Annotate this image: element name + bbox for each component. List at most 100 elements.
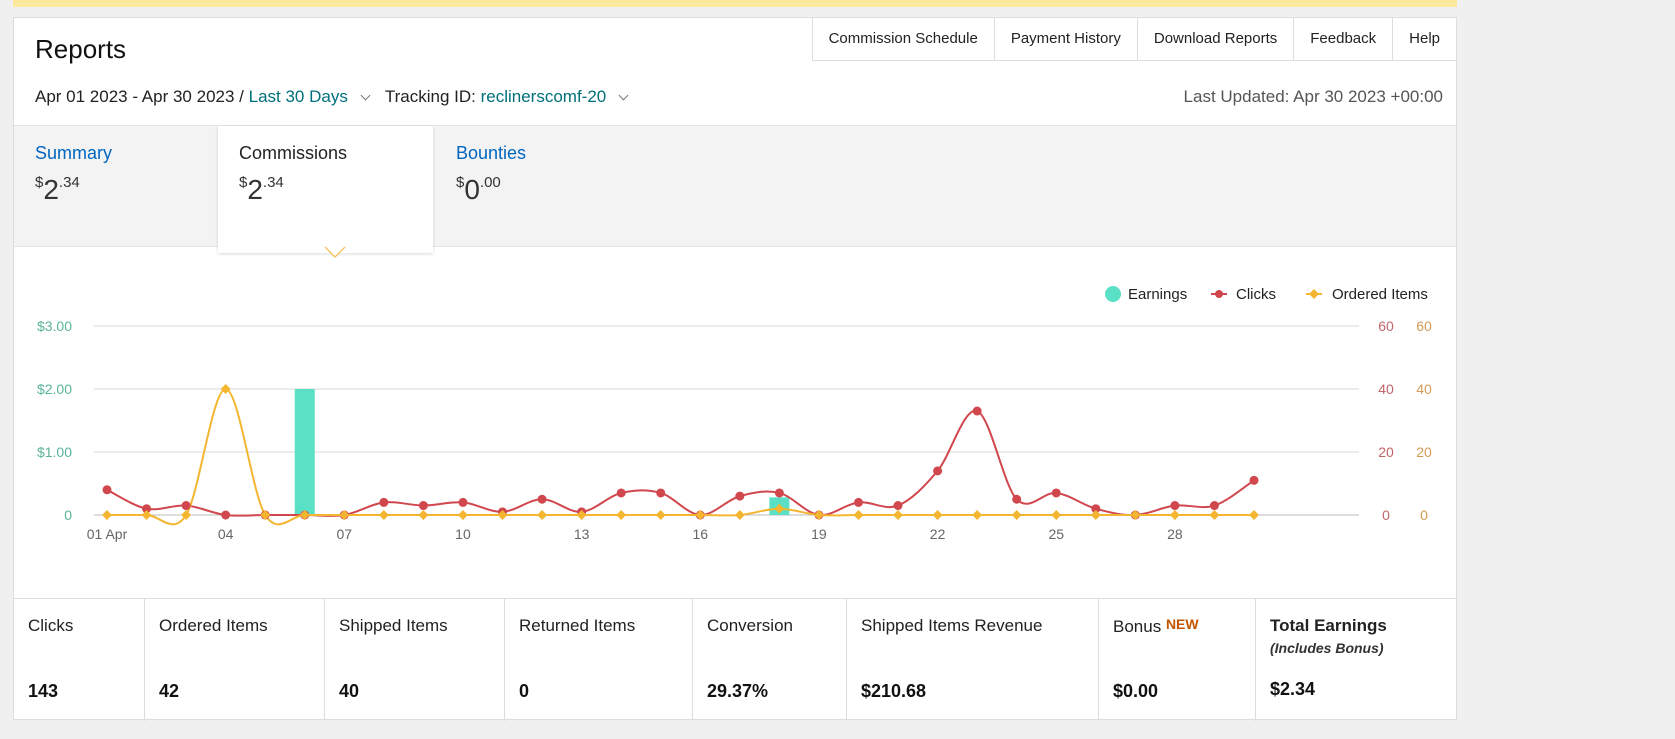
- ordered-items-point: [853, 510, 864, 520]
- clicks-point: [418, 501, 428, 511]
- clicks-point: [656, 488, 666, 498]
- y-axis-right-tick: 0: [1382, 507, 1390, 523]
- x-axis-tick: 07: [337, 526, 353, 542]
- notification-bar: [13, 0, 1457, 7]
- new-badge: NEW: [1165, 616, 1199, 632]
- x-axis-tick: 13: [574, 526, 590, 542]
- tab-value: $2.34: [35, 174, 80, 205]
- ordered-items-point: [1249, 510, 1259, 520]
- stat-returned-items: Returned Items 0: [505, 599, 693, 721]
- stat-value: $0.00: [1113, 681, 1159, 701]
- tab-bounties[interactable]: Bounties $0.00: [435, 126, 650, 248]
- clicks-point: [893, 501, 903, 511]
- nav-help[interactable]: Help: [1393, 18, 1456, 60]
- ordered-items-point: [1169, 510, 1180, 520]
- y-axis-right2-tick: 60: [1416, 318, 1432, 334]
- stats-row: Clicks 143 Ordered Items 42 Shipped Item…: [14, 598, 1456, 721]
- stat-shipped-revenue: Shipped Items Revenue $210.68: [847, 599, 1099, 721]
- last-updated: Last Updated: Apr 30 2023 +00:00: [1183, 87, 1443, 106]
- stat-value: 40: [339, 681, 360, 701]
- ordered-items-point: [418, 510, 429, 520]
- stat-label: Returned Items: [519, 616, 636, 635]
- ordered-items-point: [1051, 510, 1062, 520]
- clicks-point: [774, 488, 784, 498]
- y-axis-right-tick: 60: [1378, 318, 1394, 334]
- y-axis-left-tick: $3.00: [37, 318, 72, 334]
- nav-feedback[interactable]: Feedback: [1294, 18, 1394, 60]
- ordered-items-point: [616, 510, 627, 520]
- clicks-point: [537, 494, 547, 504]
- x-axis-tick: 28: [1167, 526, 1183, 542]
- chevron-down-icon[interactable]: [618, 90, 629, 100]
- ordered-items-point: [1130, 510, 1141, 520]
- x-axis-tick: 25: [1048, 526, 1064, 542]
- stat-label: Ordered Items: [159, 616, 268, 635]
- report-tabs: Summary $2.34 Commissions $2.34 Bounties…: [14, 125, 1456, 253]
- x-axis-tick: 04: [218, 526, 234, 542]
- earnings-chart: 0 0 0 $1.00 20 20 $2.00 40 40 $3.00 60 60 01 Apr 04 07…: [37, 286, 1432, 542]
- clicks-point: [1012, 494, 1022, 504]
- ordered-items-point: [734, 510, 745, 520]
- period-dropdown[interactable]: Last 30 Days: [249, 87, 348, 107]
- ordered-items-point: [695, 510, 706, 520]
- nav-commission-schedule[interactable]: Commission Schedule: [813, 18, 995, 60]
- chevron-down-icon[interactable]: [360, 90, 371, 100]
- y-axis-right2-tick: 40: [1416, 381, 1432, 397]
- clicks-line: [106, 410, 1255, 517]
- x-axis-tick: 19: [811, 526, 827, 542]
- nav-payment-history[interactable]: Payment History: [995, 18, 1138, 60]
- tab-label: Bounties: [456, 143, 527, 163]
- legend-clicks: Clicks: [1236, 286, 1276, 303]
- nav-download-reports[interactable]: Download Reports: [1138, 18, 1295, 60]
- clicks-point: [1051, 488, 1061, 498]
- stat-label: Bonus NEW: [1113, 616, 1199, 636]
- clicks-point: [735, 491, 745, 501]
- ordered-items-point: [378, 510, 389, 520]
- legend-clicks-marker: [1215, 290, 1223, 298]
- y-axis-right-tick: 20: [1378, 444, 1394, 460]
- tab-summary[interactable]: Summary $2.34: [14, 126, 229, 248]
- x-axis-tick: 16: [692, 526, 708, 542]
- tab-label: Summary: [35, 143, 113, 163]
- stat-shipped-items: Shipped Items 40: [325, 599, 505, 721]
- clicks-point: [1249, 475, 1259, 485]
- earnings-bar: [294, 389, 315, 515]
- ordered-items-point: [893, 510, 903, 520]
- y-axis-left-tick: 0: [64, 507, 72, 523]
- clicks-point: [1209, 501, 1219, 511]
- clicks-point: [853, 497, 863, 507]
- stat-total-earnings: Total Earnings (Includes Bonus) $2.34: [1256, 599, 1456, 721]
- ordered-items-point: [972, 510, 983, 520]
- x-axis-tick: 01 Apr: [87, 526, 128, 542]
- stat-value: $210.68: [861, 681, 927, 701]
- clicks-point: [933, 466, 943, 476]
- stat-label: Conversion: [707, 616, 793, 635]
- ordered-items-point: [537, 510, 548, 520]
- tab-value: $0.00: [456, 174, 501, 205]
- stat-label: Shipped Items Revenue: [861, 616, 1043, 635]
- ordered-items-point: [932, 510, 943, 520]
- stat-value: 0: [519, 681, 530, 701]
- stat-label: Shipped Items: [339, 616, 448, 635]
- stat-value: $2.34: [1270, 679, 1316, 699]
- ordered-items-point: [458, 510, 468, 520]
- legend-ordered-marker: [1309, 289, 1319, 299]
- clicks-point: [972, 406, 982, 416]
- stat-value: 42: [159, 681, 180, 701]
- clicks-point: [458, 497, 468, 507]
- tab-commissions[interactable]: Commissions $2.34: [218, 126, 433, 253]
- stat-value: 29.37%: [707, 681, 769, 701]
- stat-conversion: Conversion 29.37%: [693, 599, 847, 721]
- filter-bar: Apr 01 2023 - Apr 30 2023 / Last 30 Days…: [35, 87, 637, 107]
- legend-earnings-marker: [1105, 286, 1121, 302]
- tab-value: $2.34: [239, 174, 284, 205]
- clicks-point: [1170, 501, 1180, 511]
- reports-panel: Reports Commission Schedule Payment Hist…: [13, 17, 1457, 721]
- ordered-items-point: [1209, 510, 1220, 520]
- top-nav: Commission Schedule Payment History Down…: [811, 17, 1457, 61]
- stat-clicks: Clicks 143: [14, 599, 145, 721]
- ordered-items-point: [339, 510, 350, 520]
- tracking-id-dropdown[interactable]: reclinerscomf-20: [481, 87, 607, 107]
- stat-ordered-items: Ordered Items 42: [145, 599, 325, 721]
- clicks-point: [379, 497, 389, 507]
